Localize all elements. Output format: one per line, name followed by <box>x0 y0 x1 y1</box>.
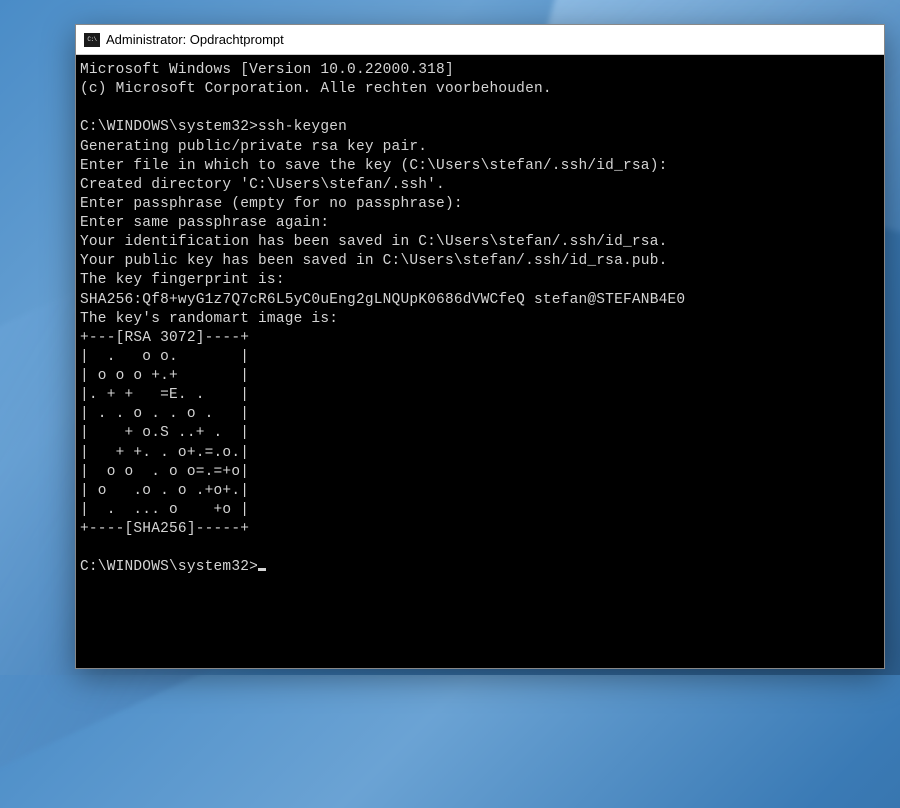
cmd-icon <box>84 33 100 47</box>
window-title: Administrator: Opdrachtprompt <box>106 32 284 47</box>
terminal-output[interactable]: Microsoft Windows [Version 10.0.22000.31… <box>76 55 884 668</box>
titlebar[interactable]: Administrator: Opdrachtprompt <box>76 25 884 55</box>
terminal-text: Microsoft Windows [Version 10.0.22000.31… <box>80 62 685 575</box>
command-prompt-window: Administrator: Opdrachtprompt Microsoft … <box>75 24 885 669</box>
cursor <box>258 568 266 571</box>
